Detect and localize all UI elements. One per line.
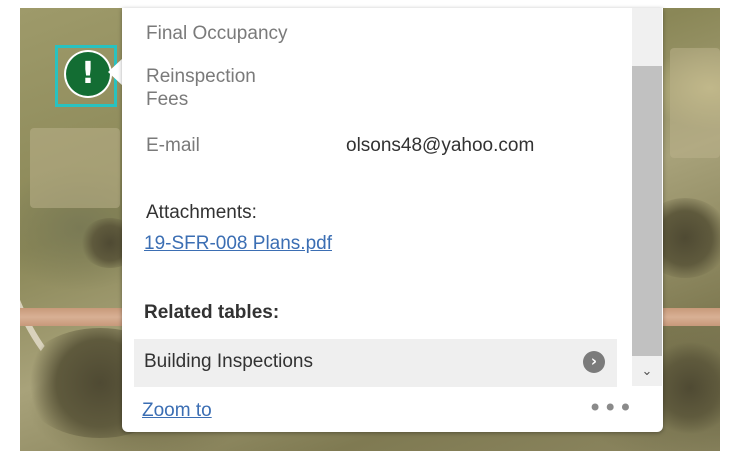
zoom-to-link[interactable]: Zoom to <box>142 400 212 422</box>
scrollbar-thumb[interactable] <box>632 66 662 356</box>
field-label: Reinspection Fees <box>146 66 256 110</box>
field-label: E-mail <box>146 135 200 156</box>
popup-pointer <box>108 58 123 86</box>
attachment-link[interactable]: 19-SFR-008 Plans.pdf <box>144 233 332 255</box>
chevron-right-circle-icon[interactable]: › <box>583 351 605 373</box>
map-field <box>670 48 720 158</box>
popup-scrollbar[interactable]: ⌄ <box>632 8 662 386</box>
related-tables-title: Related tables: <box>144 302 280 323</box>
email-value: olsons48@yahoo.com <box>346 135 535 156</box>
alert-exclamation-icon[interactable]: ! <box>66 52 110 96</box>
more-options-icon[interactable]: ••• <box>588 394 633 422</box>
related-table-item[interactable]: Building Inspections › <box>134 339 617 387</box>
related-table-label: Building Inspections <box>144 351 313 372</box>
map-field <box>30 128 120 208</box>
popup-footer: Zoom to ••• <box>122 388 663 432</box>
scroll-down-icon[interactable]: ⌄ <box>632 358 662 386</box>
feature-popup: Final Occupancy Reinspection Fees E-mail… <box>122 8 663 432</box>
attachments-label: Attachments: <box>146 202 257 223</box>
field-label: Final Occupancy <box>146 23 288 44</box>
